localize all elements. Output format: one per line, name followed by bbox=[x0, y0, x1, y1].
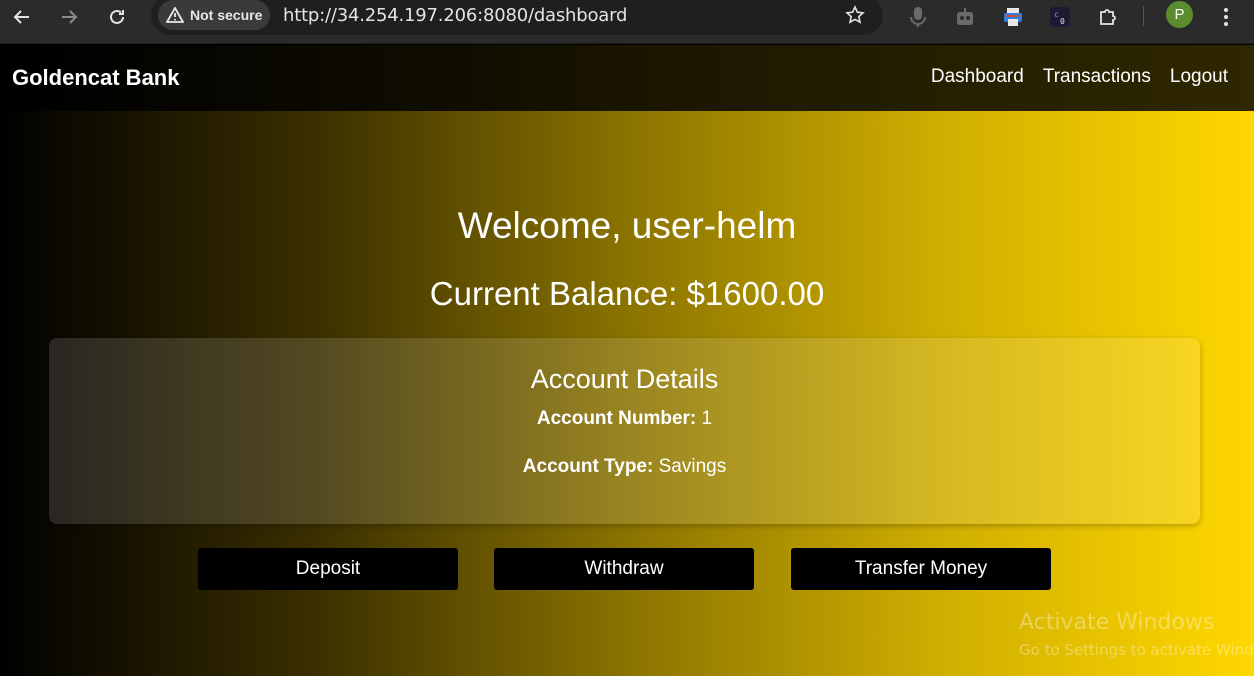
microphone-icon bbox=[910, 7, 926, 27]
site-nav: Dashboard Transactions Logout bbox=[931, 66, 1228, 88]
balance-heading: Current Balance: $1600.00 bbox=[429, 275, 825, 312]
account-number-label: Account Number: bbox=[536, 408, 697, 429]
account-details-title: Account Details bbox=[530, 364, 719, 394]
page-body: Goldencat Bank Dashboard Transactions Lo… bbox=[0, 45, 1254, 676]
robot-icon bbox=[957, 8, 973, 25]
svg-text:c: c bbox=[1054, 10, 1059, 19]
nav-dashboard[interactable]: Dashboard bbox=[931, 66, 1024, 88]
printer-icon bbox=[1004, 8, 1022, 26]
url-text[interactable]: http://34.254.197.206:8080/dashboard bbox=[283, 5, 627, 26]
reload-button[interactable] bbox=[103, 3, 131, 31]
account-type-row: Account Type: Savings bbox=[49, 456, 1200, 478]
browser-toolbar: Not secure http://34.254.197.206:8080/da… bbox=[0, 0, 1254, 44]
address-bar[interactable]: Not secure http://34.254.197.206:8080/da… bbox=[151, 0, 883, 35]
activate-windows-title: Activate Windows bbox=[1019, 610, 1215, 635]
extension-icon: c0 bbox=[1050, 7, 1070, 27]
brand-title[interactable]: Goldencat Bank bbox=[12, 65, 179, 91]
more-vert-icon bbox=[1224, 8, 1228, 26]
warning-icon bbox=[166, 7, 184, 23]
extensions-menu-button[interactable] bbox=[1095, 4, 1121, 30]
activate-windows-subtitle: Go to Settings to activate Windows. bbox=[1019, 641, 1254, 659]
extension-printer[interactable] bbox=[1000, 4, 1026, 30]
toolbar-divider bbox=[1143, 6, 1144, 26]
withdraw-button[interactable]: Withdraw bbox=[494, 548, 754, 590]
back-arrow-icon bbox=[13, 10, 29, 24]
nav-logout[interactable]: Logout bbox=[1170, 66, 1228, 88]
extension-robot[interactable] bbox=[952, 4, 978, 30]
nav-transactions[interactable]: Transactions bbox=[1043, 66, 1151, 88]
bookmark-button[interactable] bbox=[845, 5, 865, 30]
account-number-row: Account Number: 1 bbox=[49, 408, 1200, 430]
extension-counter[interactable]: c0 bbox=[1047, 4, 1073, 30]
account-type-value: Savings bbox=[658, 456, 727, 477]
back-button[interactable] bbox=[8, 3, 36, 31]
svg-text:0: 0 bbox=[1060, 17, 1065, 26]
welcome-heading: Welcome, user-helm bbox=[457, 205, 797, 246]
security-label: Not secure bbox=[190, 7, 263, 23]
security-chip[interactable]: Not secure bbox=[158, 0, 270, 30]
account-type-label: Account Type: bbox=[522, 456, 654, 477]
forward-arrow-icon bbox=[62, 10, 78, 24]
transfer-money-button[interactable]: Transfer Money bbox=[791, 548, 1051, 590]
deposit-button[interactable]: Deposit bbox=[198, 548, 458, 590]
star-icon bbox=[845, 5, 865, 24]
browser-menu-button[interactable] bbox=[1213, 4, 1239, 30]
account-details-card: Account Details Account Number: 1 Accoun… bbox=[49, 338, 1200, 524]
voice-search-button[interactable] bbox=[905, 4, 931, 30]
forward-button[interactable] bbox=[55, 3, 83, 31]
profile-avatar[interactable]: P bbox=[1166, 1, 1193, 28]
site-header: Goldencat Bank Dashboard Transactions Lo… bbox=[0, 45, 1254, 111]
account-number-value: 1 bbox=[701, 408, 713, 429]
reload-icon bbox=[110, 9, 124, 24]
puzzle-icon bbox=[1100, 9, 1116, 25]
